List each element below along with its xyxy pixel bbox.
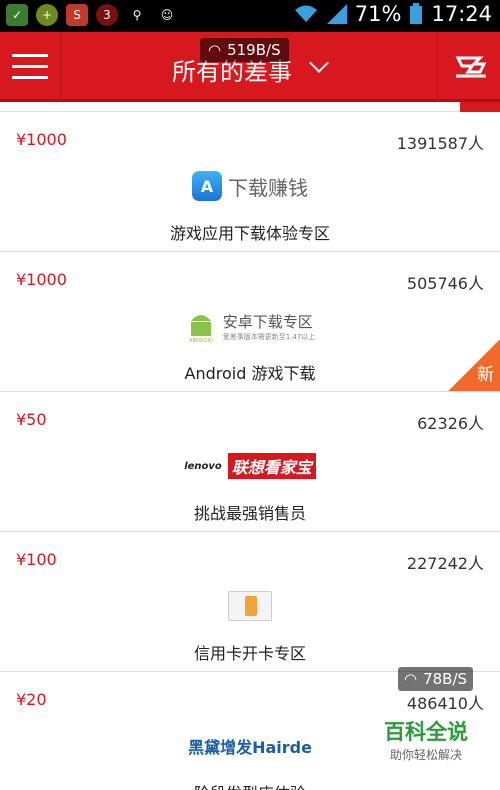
network-speed-overlay: ◠ 78B/S bbox=[398, 667, 474, 691]
task-reward: ¥20 bbox=[16, 690, 47, 709]
task-card[interactable]: ¥1000 505746人 ANDROID 安卓下载专区 爱差事版本需更新至1.… bbox=[0, 252, 500, 392]
task-card[interactable]: ¥1000 1391587人 A 下载赚钱 游戏应用下载体验专区 bbox=[0, 112, 500, 252]
task-reward: ¥1000 bbox=[16, 130, 67, 149]
header-divider bbox=[437, 32, 438, 102]
task-title: Android 游戏下载 bbox=[184, 364, 316, 383]
task-logo-text: 黑黛增发Hairde bbox=[188, 738, 312, 757]
task-participants: 505746人 bbox=[406, 274, 484, 293]
menu-icon[interactable] bbox=[12, 54, 48, 80]
task-reward: ¥50 bbox=[16, 410, 47, 429]
task-participants: 1391587人 bbox=[396, 134, 484, 153]
battery-icon bbox=[410, 3, 423, 24]
collapse-icon[interactable] bbox=[460, 102, 500, 112]
task-card[interactable]: ¥100 227242人 信用卡开卡专区 bbox=[0, 532, 500, 672]
task-reward: ¥100 bbox=[16, 550, 57, 569]
task-logo-text: 下载赚钱 bbox=[228, 175, 308, 200]
usb-icon: ⚲ bbox=[132, 8, 142, 22]
network-speed-overlay: ◠ 519B/S bbox=[200, 38, 289, 62]
chevron-down-icon[interactable] bbox=[309, 53, 329, 73]
network-speed: 78B/S bbox=[423, 670, 468, 688]
new-badge-label: 新 bbox=[477, 365, 494, 385]
task-title: 游戏应用下载体验专区 bbox=[169, 224, 330, 243]
wifi-icon: ◠ bbox=[208, 41, 222, 59]
plus-icon: + bbox=[36, 4, 58, 26]
task-logo: lenovo 联想看家宝 bbox=[0, 446, 500, 486]
android-icon: ANDROID bbox=[189, 315, 213, 343]
signal-icon bbox=[326, 4, 347, 24]
notification-icons: ✓ + S 3 ⚲ ☺ bbox=[6, 4, 178, 26]
task-logo: ANDROID 安卓下载专区 爱差事版本需更新至1.47以上 bbox=[0, 306, 500, 346]
shield-icon: ✓ bbox=[6, 4, 28, 26]
clock: 17:24 bbox=[431, 2, 492, 26]
list-item-partial bbox=[0, 102, 500, 112]
task-participants: 486410人 bbox=[406, 694, 484, 713]
app-store-icon: A bbox=[192, 171, 222, 201]
task-logo-subtext: 爱差事版本需更新至1.47以上 bbox=[222, 332, 316, 341]
watermark: 百科全说 助你轻松解决 bbox=[366, 716, 486, 763]
task-participants: 227242人 bbox=[406, 554, 484, 573]
task-title: 信用卡开卡专区 bbox=[193, 644, 306, 663]
logo-icon[interactable] bbox=[450, 48, 490, 86]
header-divider bbox=[60, 32, 61, 102]
credit-card-icon bbox=[228, 591, 272, 621]
task-logo bbox=[0, 586, 500, 626]
brand-text: lenovo bbox=[184, 460, 222, 472]
task-logo-text: 安卓下载专区 bbox=[222, 312, 313, 331]
network-speed: 519B/S bbox=[227, 41, 281, 59]
task-title: 挑战最强销售员 bbox=[193, 504, 306, 523]
sogou-icon: S bbox=[66, 4, 88, 26]
watermark-subtitle: 助你轻松解决 bbox=[389, 748, 462, 762]
wifi-icon: ◠ bbox=[404, 670, 418, 688]
watermark-title: 百科全说 bbox=[384, 720, 468, 744]
system-indicators: 71% 17:24 bbox=[293, 2, 492, 26]
svg-text:ANDROID: ANDROID bbox=[189, 338, 213, 343]
wifi-icon bbox=[294, 5, 317, 22]
task-card[interactable]: ¥50 62326人 lenovo 联想看家宝 挑战最强销售员 bbox=[0, 392, 500, 532]
task-logo-text: 联想看家宝 bbox=[227, 453, 316, 479]
task-participants: 62326人 bbox=[417, 414, 484, 433]
notification-badge-icon: 3 bbox=[96, 4, 118, 26]
battery-percent: 71% bbox=[354, 2, 402, 26]
task-logo: A 下载赚钱 bbox=[0, 166, 500, 206]
task-reward: ¥1000 bbox=[16, 270, 67, 289]
task-title: 阶段发型店体验 bbox=[0, 780, 500, 790]
new-badge: 新 bbox=[448, 339, 500, 391]
status-bar: ✓ + S 3 ⚲ ☺ 71% 17:24 bbox=[0, 0, 500, 32]
android-icon: ☺ bbox=[160, 8, 174, 22]
